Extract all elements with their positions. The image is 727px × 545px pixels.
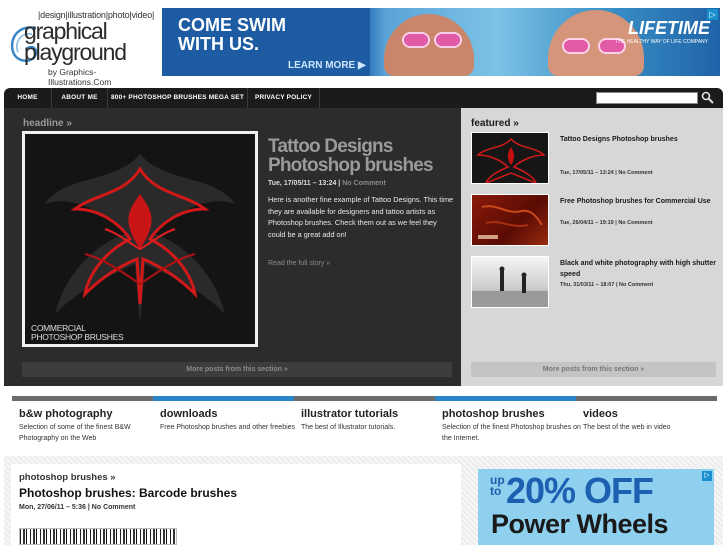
featured-thumbnail[interactable]: [471, 132, 549, 184]
headline-image-caption: COMMERCIAL PHOTOSHOP BRUSHES: [31, 324, 124, 342]
headline-section: headline » COMMERCIAL PHOTOSHOP BRUSHES …: [4, 108, 461, 386]
ad-choices-icon[interactable]: ▷: [702, 471, 712, 481]
ad-product-text: Power Wheels: [491, 509, 669, 539]
category-description: Selection of the finest Photoshop brushe…: [442, 424, 581, 442]
goggle-shape: [402, 32, 430, 48]
page: |design|illustration|photo|video| graphi…: [0, 0, 727, 545]
category-color-bar: [12, 396, 153, 401]
featured-item-date: Tue, 26/04/11 – 19:19 |: [560, 220, 617, 226]
category-description: Free Photoshop brushes and other freebie…: [160, 424, 296, 431]
nav-item-brushes-mega-set[interactable]: 800+ PHOTOSHOP BRUSHES MEGA SET: [108, 88, 248, 108]
featured-more-posts-button[interactable]: More posts from this section »: [471, 362, 716, 377]
latest-posts-area: photoshop brushes » Photoshop brushes: B…: [4, 456, 723, 545]
headline-title[interactable]: Tattoo Designs Photoshop brushes: [268, 137, 454, 175]
featured-item-meta: Tue, 26/04/11 – 19:19 | No Comment: [560, 220, 653, 226]
featured-item[interactable]: Free Photoshop brushes for Commercial Us…: [471, 194, 721, 250]
featured-section: featured » Tattoo Designs Photoshop brus…: [461, 108, 723, 386]
bw-photo-thumb-image: [472, 266, 548, 307]
latest-post-date: Mon, 27/06/11 – 5:36 |: [19, 504, 90, 511]
featured-item-date: Tue, 17/05/11 – 13:24 |: [560, 170, 617, 176]
category-title[interactable]: illustrator tutorials: [301, 408, 398, 420]
goggle-shape: [562, 38, 590, 54]
featured-item-comments[interactable]: No Comment: [618, 170, 652, 176]
ad-upto-text: up to: [490, 474, 505, 498]
category-description: The best of Illustrator tutorials.: [301, 424, 396, 431]
category-color-bar: [435, 396, 576, 401]
tattoo-thumb-image: [476, 137, 546, 183]
read-full-story-link[interactable]: Read the full story »: [268, 260, 330, 267]
category-illustrator-tutorials[interactable]: illustrator tutorials The best of Illust…: [294, 396, 435, 448]
category-title[interactable]: downloads: [160, 408, 217, 420]
featured-item-comments[interactable]: No Comment: [618, 220, 652, 226]
search-input[interactable]: [596, 92, 698, 104]
featured-item-title[interactable]: Tattoo Designs Photoshop brushes: [560, 134, 720, 145]
headline-comments-link[interactable]: No Comment: [342, 180, 386, 187]
power-wheels-ad[interactable]: up to 20% OFF Power Wheels ▷: [478, 469, 714, 545]
category-bw-photography[interactable]: b&w photography Selection of some of the…: [12, 396, 153, 448]
ad-offer-text: 20% OFF: [506, 470, 654, 511]
banner-brand-sub: THE HEALTHY WAY OF LIFE COMPANY: [615, 39, 708, 45]
main-nav: HOME ABOUT ME 800+ PHOTOSHOP BRUSHES MEG…: [4, 88, 723, 108]
category-photoshop-brushes[interactable]: photoshop brushes Selection of the fines…: [435, 396, 581, 448]
category-title[interactable]: videos: [583, 408, 618, 420]
nav-item-home[interactable]: HOME: [4, 88, 52, 108]
category-strip: b&w photography Selection of some of the…: [0, 396, 727, 448]
headline-more-posts-button[interactable]: More posts from this section »: [22, 362, 452, 377]
nav-item-about-me[interactable]: ABOUT ME: [52, 88, 108, 108]
banner-learn-more[interactable]: LEARN MORE ▶: [288, 60, 366, 71]
ad-choices-icon[interactable]: ▷: [707, 9, 718, 20]
headline-meta: Tue, 17/05/11 – 13:24 | No Comment: [268, 180, 386, 187]
featured-item-comments[interactable]: No Comment: [619, 282, 653, 288]
banner-brand: LIFETIME: [628, 18, 710, 38]
featured-item-title[interactable]: Black and white photography with high sh…: [560, 258, 720, 280]
category-downloads[interactable]: downloads Free Photoshop brushes and oth…: [153, 396, 295, 448]
category-color-bar: [153, 396, 294, 401]
category-videos[interactable]: videos The best of the web in video: [576, 396, 717, 448]
featured-item[interactable]: Black and white photography with high sh…: [471, 256, 721, 312]
featured-item-meta: Tue, 17/05/11 – 13:24 | No Comment: [560, 170, 653, 176]
category-description: Selection of some of the finest B&W Phot…: [19, 424, 131, 442]
banner-swimmer-image-1: [384, 14, 474, 76]
latest-post-title[interactable]: Photoshop brushes: Barcode brushes: [19, 486, 237, 500]
banner-headline-2: WITH US.: [178, 34, 259, 54]
latest-post-section-label[interactable]: photoshop brushes »: [19, 472, 116, 483]
brushes-thumb-image: [478, 205, 543, 239]
headline-excerpt: Here is another fine example of Tattoo D…: [268, 195, 454, 239]
site-logo[interactable]: |design|illustration|photo|video| graphi…: [6, 6, 156, 87]
latest-post: photoshop brushes » Photoshop brushes: B…: [11, 464, 461, 545]
nav-item-privacy-policy[interactable]: PRIVACY POLICY: [248, 88, 320, 108]
headline-date: Tue, 17/05/11 – 13:24 |: [268, 180, 341, 187]
logo-line-playground: playground: [24, 39, 127, 65]
featured-item[interactable]: Tattoo Designs Photoshop brushes Tue, 17…: [471, 132, 721, 188]
banner-ad[interactable]: COME SWIM WITH US. LEARN MORE ▶ LIFETIME…: [162, 8, 720, 76]
latest-post-meta: Mon, 27/06/11 – 5:36 | No Comment: [19, 504, 135, 511]
featured-item-meta: Thu, 31/03/11 – 18:07 | No Comment: [560, 282, 653, 288]
featured-section-label[interactable]: featured »: [471, 118, 519, 129]
headline-section-label[interactable]: headline »: [23, 118, 72, 129]
search-icon[interactable]: [701, 91, 714, 104]
category-color-bar: [294, 396, 435, 401]
featured-thumbnail[interactable]: [471, 194, 549, 246]
category-description: The best of the web in video: [583, 424, 671, 431]
headline-image[interactable]: COMMERCIAL PHOTOSHOP BRUSHES: [22, 131, 258, 347]
featured-item-title[interactable]: Free Photoshop brushes for Commercial Us…: [560, 196, 720, 207]
tattoo-artwork-image: [25, 134, 255, 344]
category-title[interactable]: b&w photography: [19, 408, 113, 420]
featured-item-date: Thu, 31/03/11 – 18:07 |: [560, 282, 618, 288]
ad-to: to: [490, 484, 502, 498]
category-color-bar: [576, 396, 717, 401]
logo-byline: by Graphics-Illustrations.Com: [48, 67, 112, 87]
featured-thumbnail[interactable]: [471, 256, 549, 308]
caption-line-2: PHOTOSHOP BRUSHES: [31, 332, 124, 342]
banner-headline-1: COME SWIM: [178, 15, 286, 35]
category-title[interactable]: photoshop brushes: [442, 408, 545, 420]
goggle-shape: [434, 32, 462, 48]
barcode-thumbnail[interactable]: [19, 528, 177, 545]
latest-post-comments[interactable]: No Comment: [92, 504, 136, 511]
